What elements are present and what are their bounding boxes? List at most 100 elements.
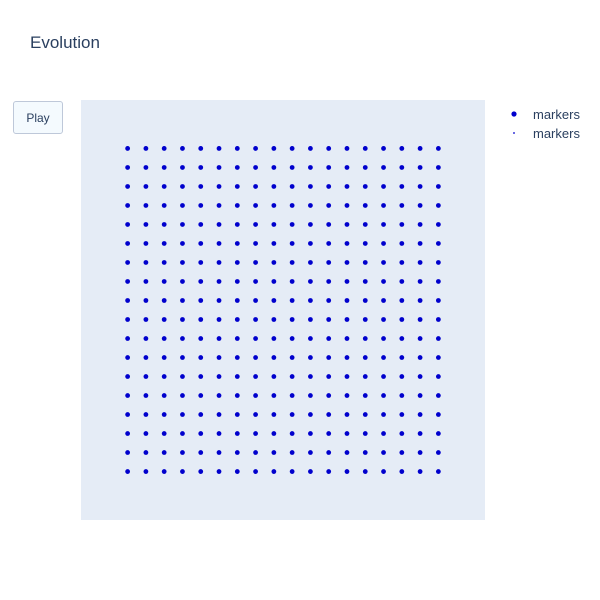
data-point	[417, 146, 423, 151]
data-point	[289, 203, 295, 208]
data-point	[435, 374, 441, 379]
data-point	[344, 298, 350, 303]
data-point	[289, 184, 295, 189]
data-point	[143, 355, 149, 360]
data-point	[125, 431, 131, 436]
data-point	[344, 260, 350, 265]
data-point	[125, 279, 131, 284]
data-point	[125, 317, 131, 322]
data-point	[216, 374, 222, 379]
data-point	[180, 393, 185, 398]
data-point	[143, 450, 149, 455]
legend[interactable]: markers markers	[511, 107, 580, 141]
data-point	[362, 241, 368, 246]
data-point	[344, 203, 350, 208]
data-point	[253, 298, 258, 303]
data-point	[161, 469, 167, 474]
data-point	[180, 469, 185, 474]
data-point	[399, 412, 405, 417]
data-point	[271, 450, 277, 455]
data-point	[326, 279, 332, 284]
data-point	[253, 165, 258, 170]
data-point	[180, 298, 185, 303]
data-point	[180, 184, 185, 189]
data-point	[417, 450, 423, 455]
legend-item-2[interactable]: markers	[513, 126, 580, 141]
data-point	[417, 241, 423, 246]
data-point	[344, 279, 350, 284]
data-point	[362, 298, 368, 303]
data-point	[198, 450, 204, 455]
data-point	[308, 146, 313, 151]
data-point	[143, 222, 149, 227]
data-point	[362, 260, 368, 265]
data-point	[344, 317, 350, 322]
data-point	[216, 260, 222, 265]
data-point	[399, 393, 405, 398]
data-point	[308, 222, 313, 227]
data-point	[362, 184, 368, 189]
data-point	[435, 431, 441, 436]
data-point	[381, 260, 386, 265]
data-point	[198, 412, 204, 417]
data-point	[308, 393, 313, 398]
data-point	[308, 203, 313, 208]
data-point	[344, 393, 350, 398]
plot-area	[81, 100, 485, 520]
data-point	[253, 317, 258, 322]
data-point	[399, 469, 405, 474]
data-point	[253, 431, 258, 436]
data-point	[271, 393, 277, 398]
data-point	[125, 203, 131, 208]
data-point	[125, 469, 131, 474]
data-point	[198, 393, 204, 398]
data-point	[180, 355, 185, 360]
data-point	[180, 146, 185, 151]
data-point	[198, 260, 204, 265]
data-point	[271, 241, 277, 246]
data-point	[216, 412, 222, 417]
data-point	[125, 412, 131, 417]
data-point	[399, 241, 405, 246]
data-point	[125, 222, 131, 227]
data-point	[417, 184, 423, 189]
data-point	[308, 279, 313, 284]
data-point	[326, 298, 332, 303]
data-point	[125, 298, 131, 303]
data-point	[435, 241, 441, 246]
data-point	[271, 355, 277, 360]
data-point	[417, 374, 423, 379]
data-point	[180, 412, 185, 417]
data-point	[161, 184, 167, 189]
data-point	[326, 393, 332, 398]
data-point	[289, 279, 295, 284]
data-point	[180, 431, 185, 436]
data-point	[344, 431, 350, 436]
data-point	[308, 469, 313, 474]
data-point	[253, 260, 258, 265]
data-point	[234, 298, 240, 303]
data-point	[326, 184, 332, 189]
data-point	[435, 298, 441, 303]
data-point	[161, 374, 167, 379]
data-point	[161, 431, 167, 436]
legend-item-1[interactable]: markers	[511, 107, 580, 122]
data-point	[435, 146, 441, 151]
data-point	[344, 469, 350, 474]
data-point	[161, 336, 167, 341]
data-point	[381, 279, 386, 284]
data-point	[399, 203, 405, 208]
data-point	[271, 146, 277, 151]
data-point	[161, 355, 167, 360]
data-point	[253, 374, 258, 379]
data-point	[161, 203, 167, 208]
data-point	[143, 260, 149, 265]
data-point	[143, 241, 149, 246]
data-point	[253, 279, 258, 284]
data-point	[326, 260, 332, 265]
data-point	[289, 146, 295, 151]
data-point	[417, 469, 423, 474]
data-point	[381, 165, 386, 170]
data-point	[125, 146, 131, 151]
data-point	[198, 355, 204, 360]
